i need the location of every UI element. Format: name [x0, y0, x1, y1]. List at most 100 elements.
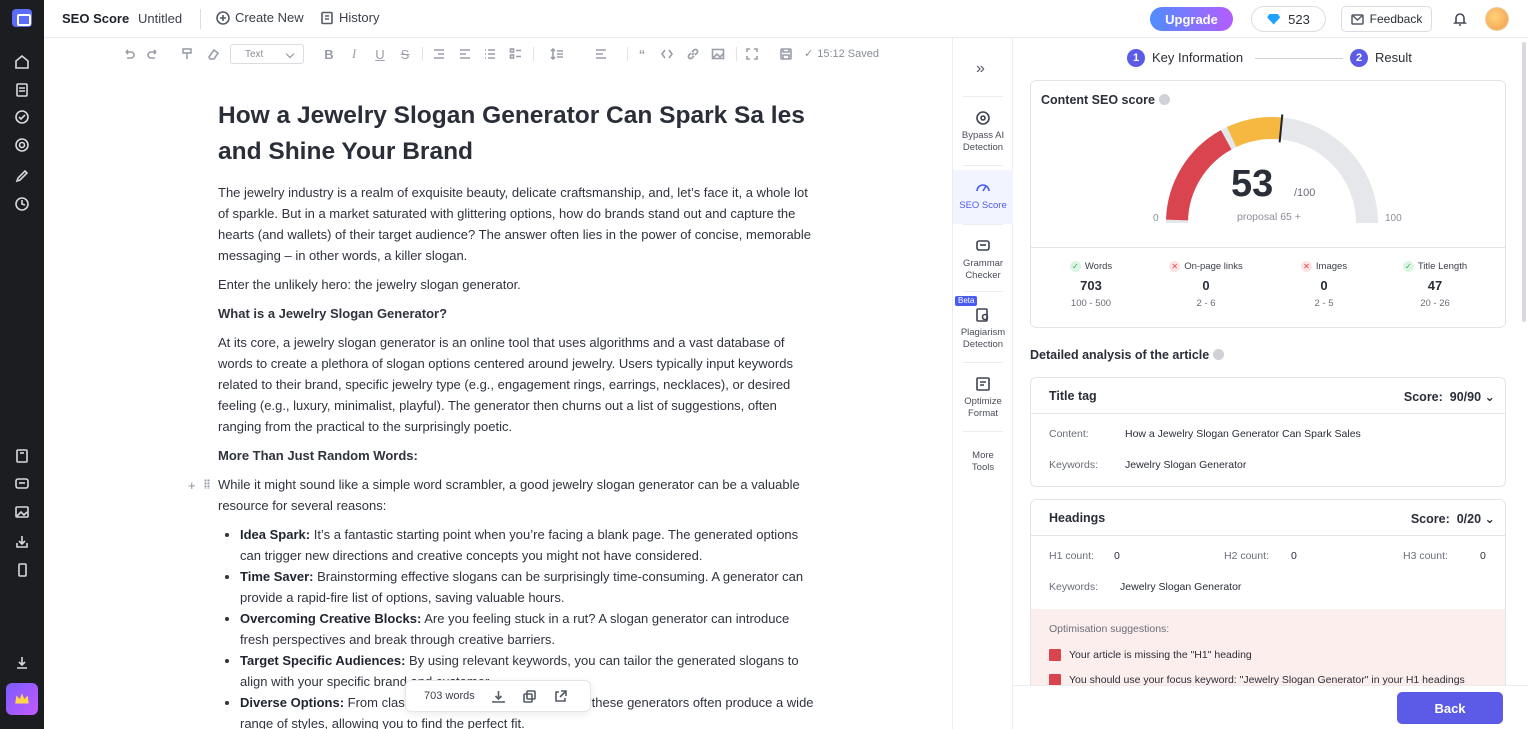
panel-footer: Back [1013, 685, 1528, 729]
check-icon[interactable] [13, 108, 31, 126]
step-1-label[interactable]: Key Information [1152, 50, 1243, 65]
step-2-label[interactable]: Result [1375, 50, 1412, 65]
export-tool-icon[interactable] [13, 533, 31, 551]
metric-range: 2 - 5 [1314, 298, 1334, 309]
title-keywords-row: Keywords: [1049, 459, 1098, 471]
credits-badge[interactable]: 523 [1251, 6, 1326, 32]
underline-icon[interactable]: U [372, 46, 388, 62]
link-icon[interactable] [685, 46, 701, 62]
tool-optimize-format[interactable]: Optimize Format [953, 376, 1013, 420]
article-paragraph[interactable]: The jewelry industry is a realm of exqui… [218, 182, 818, 266]
quote-icon[interactable]: “ [634, 46, 650, 62]
format-painter-icon[interactable] [179, 46, 195, 62]
download-icon[interactable] [491, 689, 506, 704]
gauge-segment-red [1166, 130, 1232, 221]
indent-icon[interactable] [457, 46, 473, 62]
copy-icon[interactable] [522, 689, 537, 704]
external-link-icon[interactable] [553, 689, 568, 704]
strikethrough-icon[interactable]: S [397, 46, 413, 62]
align-icon[interactable] [588, 46, 614, 62]
title-content-value: How a Jewelry Slogan Generator Can Spark… [1125, 428, 1361, 440]
back-button[interactable]: Back [1397, 692, 1503, 724]
home-icon[interactable] [13, 53, 31, 71]
download-icon[interactable] [13, 654, 31, 672]
redo-icon[interactable] [145, 46, 161, 62]
info-icon[interactable] [1213, 349, 1225, 360]
seo-score-card: Content SEO score 53 /100 proposal 65 + … [1030, 80, 1506, 328]
document-icon[interactable] [13, 81, 31, 99]
notification-bell-icon[interactable] [1452, 11, 1468, 27]
field-label: Keywords: [1049, 581, 1099, 593]
fullscreen-icon[interactable] [744, 46, 760, 62]
image-icon[interactable] [710, 46, 726, 62]
left-rail [0, 0, 44, 729]
upgrade-button[interactable]: Upgrade [1150, 7, 1233, 31]
mail-icon [1350, 13, 1364, 25]
tool-seo-score[interactable]: SEO Score [953, 170, 1013, 224]
metric-label: Images [1315, 261, 1348, 272]
app-logo-icon[interactable] [12, 9, 32, 27]
tool-plagiarism-detection[interactable]: Plagiarism Detection [953, 307, 1013, 351]
stepper: 1 Key Information 2 Result [1127, 49, 1431, 67]
seo-score-title-text: Content SEO score [1041, 93, 1155, 107]
tool-grammar-checker[interactable]: Grammar Checker [953, 238, 1013, 282]
panel-scrollbar[interactable] [1522, 42, 1526, 322]
article-subheading[interactable]: More Than Just Random Words: [218, 445, 818, 466]
feedback-button[interactable]: Feedback [1341, 6, 1432, 32]
article-paragraph[interactable]: Enter the unlikely hero: the jewelry slo… [218, 274, 818, 295]
text-style-select[interactable]: Text [230, 44, 304, 64]
metric-value: 703 [1080, 278, 1102, 293]
mobile-tool-icon[interactable] [13, 561, 31, 579]
tool-bypass-ai-detection[interactable]: Bypass AI Detection [953, 110, 1013, 154]
seo-score-value: 53 [1231, 163, 1274, 205]
chevron-down-icon[interactable]: ⌄ [1485, 512, 1495, 526]
warning-square-icon [1049, 649, 1061, 661]
article-paragraph[interactable]: While it might sound like a simple word … [218, 474, 818, 516]
article-paragraph[interactable]: At its core, a jewelry slogan generator … [218, 332, 818, 437]
undo-icon[interactable] [121, 46, 137, 62]
field-label: Content: [1049, 428, 1089, 440]
create-new-button[interactable]: Create New [216, 10, 304, 25]
settings-icon[interactable] [13, 136, 31, 154]
section-score: Score: 0/20 ⌄ [1411, 511, 1495, 526]
history-button[interactable]: History [320, 10, 379, 25]
pen-icon[interactable] [13, 167, 31, 185]
save-icon[interactable] [778, 46, 794, 62]
headings-header[interactable]: Headings Score: 0/20 ⌄ [1031, 500, 1505, 536]
list-item[interactable]: Time Saver: Brainstorming effective slog… [240, 566, 818, 608]
bold-icon[interactable]: B [321, 46, 337, 62]
notebook-icon[interactable] [13, 447, 31, 465]
plagiarism-icon [976, 308, 989, 322]
info-icon[interactable] [1158, 94, 1170, 105]
title-tag-header[interactable]: Title tag Score: 90/90 ⌄ [1031, 378, 1505, 414]
line-height-icon[interactable] [544, 46, 570, 62]
image-tool-icon[interactable] [13, 503, 31, 521]
suggestions-title: Optimisation suggestions: [1049, 623, 1170, 635]
article-title[interactable]: How a Jewelry Slogan Generator Can Spark… [218, 98, 818, 170]
headings-section: Headings Score: 0/20 ⌄ H1 count: 0 H2 cou… [1030, 499, 1506, 699]
ordered-list-icon[interactable] [482, 46, 498, 62]
list-item[interactable]: Idea Spark: It’s a fantastic starting po… [240, 524, 818, 566]
tool-more-tools[interactable]: More Tools [953, 450, 1013, 474]
field-label: H2 count: [1224, 550, 1269, 562]
eraser-icon[interactable] [205, 46, 221, 62]
article-body[interactable]: How a Jewelry Slogan Generator Can Spark… [218, 98, 818, 729]
crown-premium-icon[interactable] [6, 683, 38, 715]
avatar[interactable] [1485, 7, 1509, 31]
chat-icon[interactable] [13, 475, 31, 493]
list-item[interactable]: Overcoming Creative Blocks: Are you feel… [240, 608, 818, 650]
code-icon[interactable] [659, 46, 675, 62]
drag-handle-icon[interactable] [204, 479, 210, 489]
divider [963, 291, 1003, 292]
add-block-icon[interactable]: + [188, 478, 196, 493]
article-subheading[interactable]: What is a Jewelry Slogan Generator? [218, 303, 818, 324]
chevron-down-icon[interactable]: ⌄ [1485, 390, 1495, 404]
score-value: 90/90 [1449, 390, 1482, 404]
checklist-icon[interactable] [508, 46, 524, 62]
italic-icon[interactable]: I [346, 46, 362, 62]
outdent-icon[interactable] [431, 46, 447, 62]
clock-icon[interactable] [13, 195, 31, 213]
cross-status-icon: ✕ [1169, 261, 1181, 272]
collapse-panel-icon[interactable]: » [976, 60, 985, 78]
document-name[interactable]: Untitled [138, 11, 182, 26]
